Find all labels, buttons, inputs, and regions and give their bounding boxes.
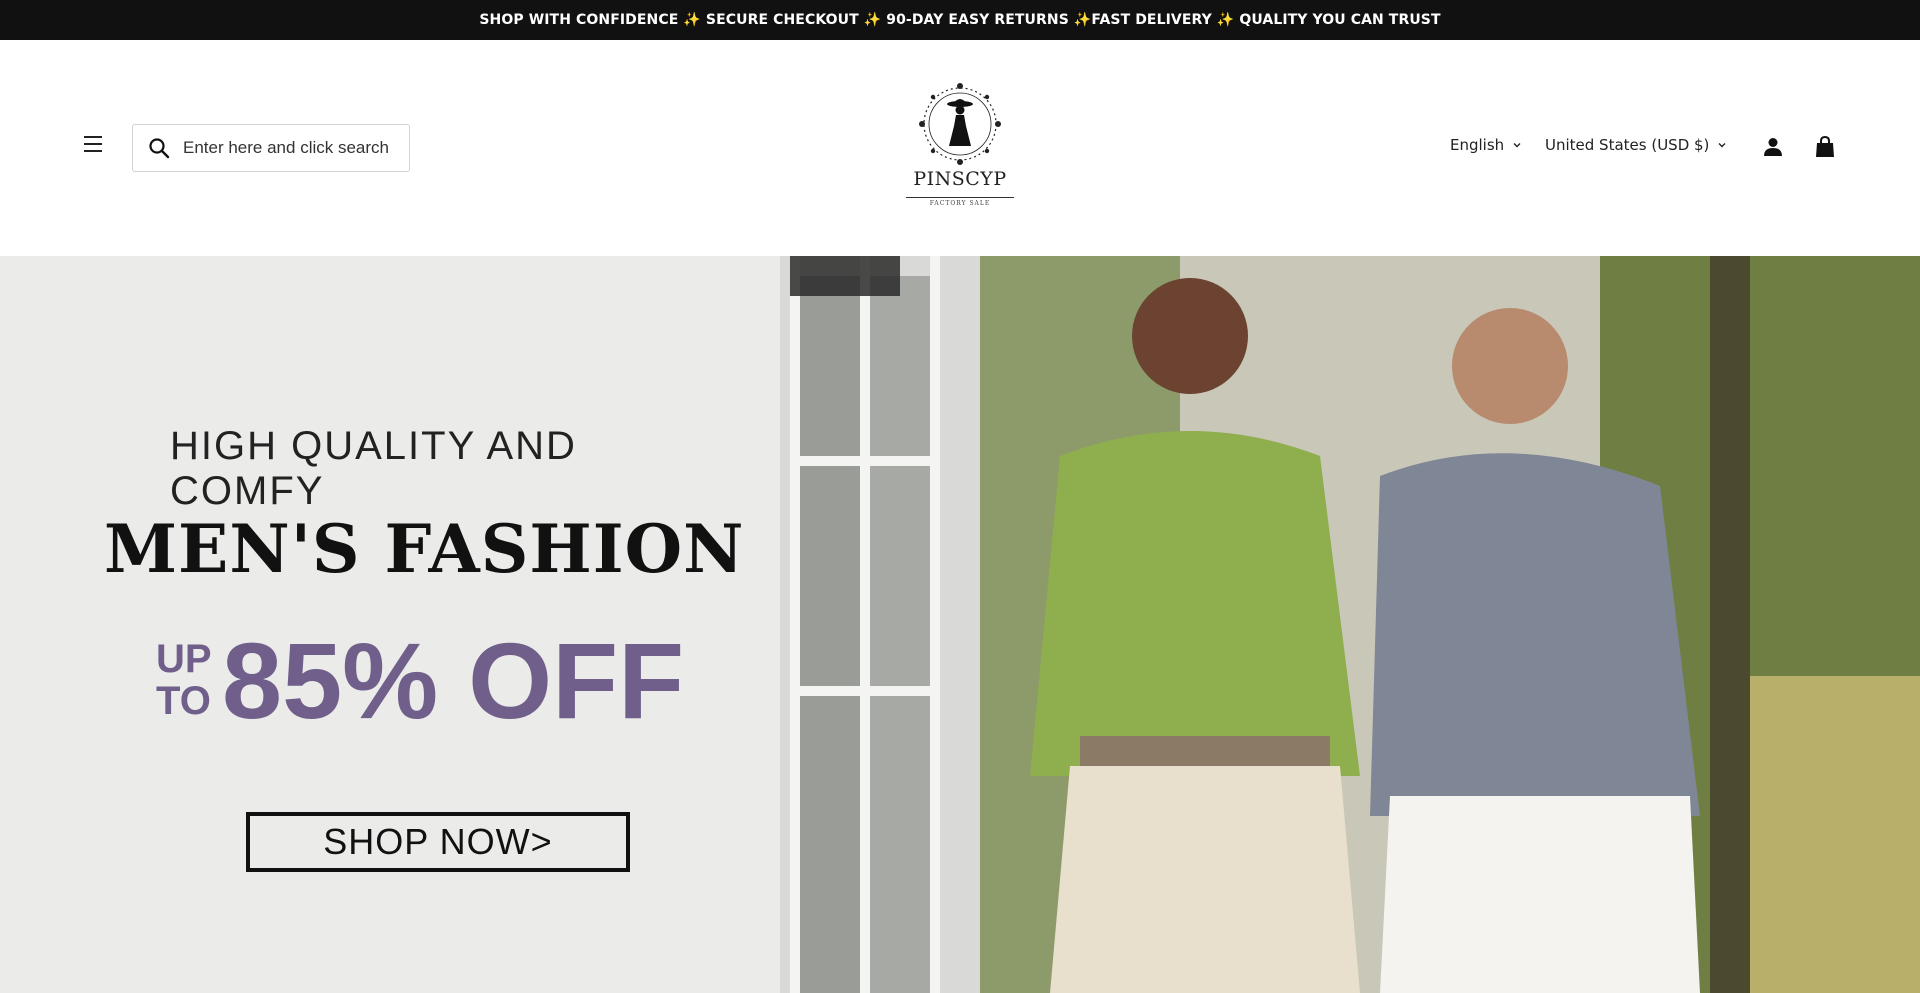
- language-selector[interactable]: English: [1450, 136, 1522, 154]
- currency-label: United States (USD $): [1545, 136, 1710, 154]
- hero-banner[interactable]: HIGH QUALITY AND COMFY MEN'S FASHION UP …: [0, 256, 1920, 993]
- logo-name: PINSCYP: [913, 168, 1007, 190]
- hero-up-to-line2: TO: [156, 679, 211, 723]
- language-label: English: [1450, 136, 1505, 154]
- hero-up-to-line1: UP: [156, 637, 212, 681]
- logo-subtitle: FACTORY SALE: [929, 200, 991, 207]
- announcement-bar: SHOP WITH CONFIDENCE ✨ SECURE CHECKOUT ✨…: [0, 0, 1920, 40]
- hero-up-to: UP TO: [156, 638, 216, 722]
- announcement-text: SHOP WITH CONFIDENCE ✨ SECURE CHECKOUT ✨…: [479, 12, 1441, 28]
- site-header: PINSCYP FACTORY SALE English United Stat…: [0, 40, 1920, 256]
- account-icon[interactable]: [1762, 136, 1784, 158]
- brand-logo[interactable]: PINSCYP FACTORY SALE: [900, 80, 1020, 220]
- hero-title: MEN'S FASHION: [104, 510, 745, 588]
- currency-selector[interactable]: United States (USD $): [1545, 136, 1727, 154]
- chevron-down-icon: [1513, 143, 1521, 148]
- logo-divider: [906, 197, 1014, 198]
- search-input[interactable]: [183, 138, 403, 158]
- hero-tagline: HIGH QUALITY AND COMFY: [170, 424, 577, 513]
- chevron-down-icon: [1718, 143, 1726, 148]
- cart-icon[interactable]: [1814, 135, 1836, 159]
- menu-icon[interactable]: [84, 136, 106, 154]
- search-box[interactable]: [132, 124, 410, 172]
- search-icon[interactable]: [147, 136, 171, 160]
- logo-emblem: [919, 83, 1001, 165]
- shop-now-button[interactable]: SHOP NOW>: [246, 812, 630, 872]
- hero-discount: 85% OFF: [222, 620, 685, 741]
